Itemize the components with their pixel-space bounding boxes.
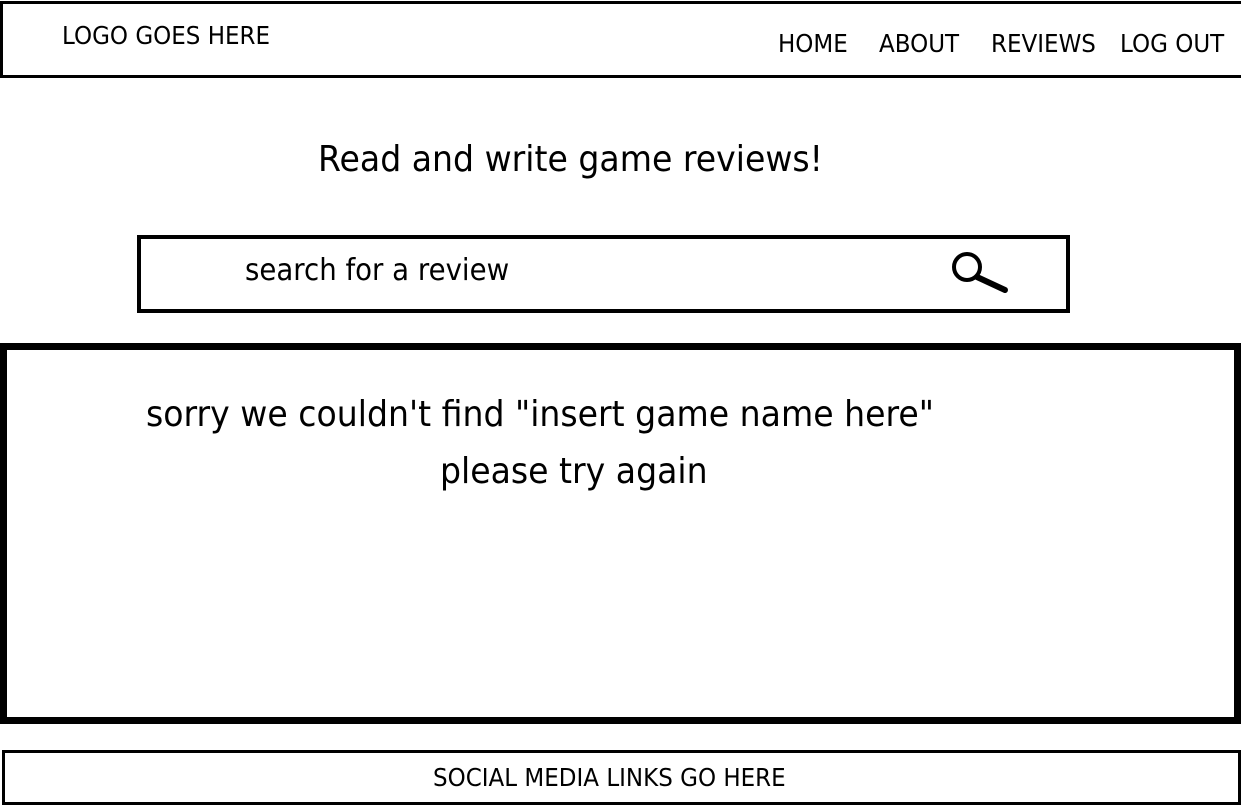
nav-about-link[interactable]: ABOUT (879, 31, 959, 56)
try-again-message: please try again (440, 451, 708, 492)
nav-home-link[interactable]: HOME (778, 31, 848, 56)
page-tagline: Read and write game reviews! (318, 139, 823, 180)
search-icon[interactable] (947, 250, 1011, 296)
logo-placeholder[interactable]: LOGO GOES HERE (0, 1, 402, 78)
search-placeholder: search for a review (245, 253, 510, 288)
nav-reviews-link[interactable]: REVIEWS (991, 31, 1096, 56)
not-found-message: sorry we couldn't find "insert game name… (146, 394, 934, 435)
search-input[interactable]: search for a review (137, 235, 1070, 313)
nav-bar: HOME ABOUT REVIEWS LOG OUT (398, 1, 1241, 78)
nav-logout-link[interactable]: LOG OUT (1120, 31, 1224, 56)
logo-text: LOGO GOES HERE (62, 21, 271, 50)
footer-social-links[interactable]: SOCIAL MEDIA LINKS GO HERE (2, 750, 1241, 805)
social-links-text: SOCIAL MEDIA LINKS GO HERE (433, 763, 786, 792)
search-results-panel: sorry we couldn't find "insert game name… (0, 343, 1241, 724)
